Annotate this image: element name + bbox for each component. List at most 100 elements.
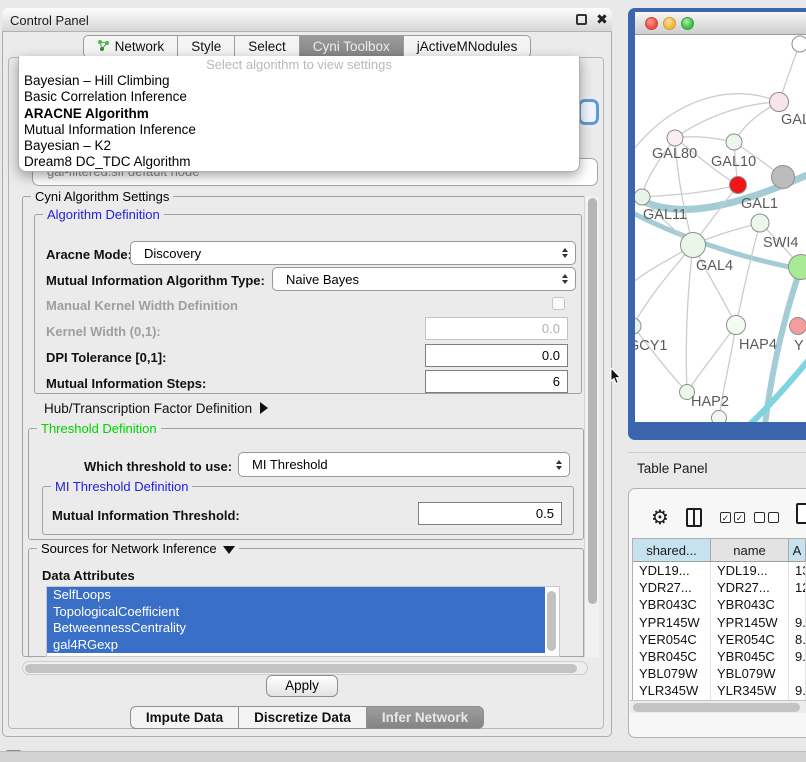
- zoom-traffic-light-icon[interactable]: [681, 17, 694, 30]
- network-edge[interactable]: [687, 325, 736, 392]
- node-label-swi4: SWI4: [763, 235, 798, 251]
- attribute-item-betweennesscentrality[interactable]: BetweennessCentrality: [47, 620, 545, 637]
- close-icon[interactable]: ✖: [594, 11, 610, 27]
- split-columns-icon[interactable]: [686, 508, 702, 527]
- network-node[interactable]: [730, 177, 747, 194]
- table-row[interactable]: YDR27...YDR27...12: [633, 579, 806, 596]
- network-node[interactable]: [772, 166, 795, 189]
- table-row[interactable]: YPR145WYPR145W9.: [633, 614, 806, 631]
- float-window-icon[interactable]: [576, 14, 587, 25]
- network-node[interactable]: [635, 318, 641, 334]
- network-edge[interactable]: [736, 223, 760, 325]
- network-node[interactable]: [792, 36, 806, 52]
- network-window-titlebar[interactable]: [635, 12, 806, 35]
- algorithm-option-basic-correlation-inference[interactable]: Basic Correlation Inference: [19, 89, 579, 105]
- settings-horizontal-scrollbar[interactable]: [22, 661, 588, 675]
- minimize-traffic-light-icon[interactable]: [663, 17, 676, 30]
- tab-network[interactable]: Network: [83, 35, 179, 58]
- aracne-mode-combo[interactable]: Discovery: [130, 241, 576, 265]
- table-row[interactable]: YLR345WYLR345W9.: [633, 682, 806, 699]
- sources-group-title[interactable]: Sources for Network Inference: [37, 541, 239, 556]
- mi-threshold-field[interactable]: 0.5: [418, 502, 562, 525]
- control-panel-tabs: NetworkStyleSelectCyni ToolboxjActiveMNo…: [2, 35, 612, 58]
- network-edge[interactable]: [635, 326, 687, 392]
- mi-type-label: Mutual Information Algorithm Type:: [46, 273, 265, 288]
- collapse-right-icon: [260, 402, 268, 414]
- tab-infer-network[interactable]: Infer Network: [367, 706, 484, 729]
- algorithm-option-aracne-algorithm[interactable]: ARACNE Algorithm: [19, 106, 579, 122]
- network-node[interactable]: [635, 189, 650, 205]
- network-node[interactable]: [712, 411, 727, 423]
- algorithm-option-bayesian-k2[interactable]: Bayesian – K2: [19, 138, 579, 154]
- network-edge[interactable]: [642, 185, 738, 197]
- network-edge[interactable]: [686, 245, 693, 392]
- settings-vertical-scrollbar[interactable]: [584, 196, 599, 657]
- attribute-item-selfloops[interactable]: SelfLoops: [47, 587, 545, 604]
- tab-discretize-data[interactable]: Discretize Data: [239, 706, 367, 729]
- checked-checkbox-icon[interactable]: ✓: [720, 512, 731, 523]
- attribute-item-topologicalcoefficient[interactable]: TopologicalCoefficient: [47, 604, 545, 621]
- algorithm-option-bayesian-hill-climbing[interactable]: Bayesian – Hill Climbing: [19, 73, 579, 89]
- column-header-name[interactable]: name: [711, 539, 789, 561]
- node-label-gal11: GAL11: [643, 207, 687, 223]
- table-row[interactable]: YBR043CYBR043C: [633, 596, 806, 613]
- column-header-a[interactable]: A: [789, 539, 806, 561]
- network-view-window: GALGAL80GAL10GAL1GAL11SWI4GAL4GCY1HAP4YH…: [628, 8, 806, 440]
- network-node[interactable]: [789, 255, 806, 280]
- node-label-gcy1: GCY1: [635, 338, 668, 354]
- apply-button[interactable]: Apply: [266, 675, 338, 697]
- aracne-mode-label: Aracne Mode:: [46, 247, 132, 262]
- kernel-width-label: Kernel Width (0,1):: [46, 324, 161, 339]
- table-cell: YDL19...: [711, 562, 789, 579]
- table-row[interactable]: YBR045CYBR045C9.: [633, 648, 806, 665]
- algorithm-option-mutual-information-inference[interactable]: Mutual Information Inference: [19, 122, 579, 138]
- mi-type-combo[interactable]: Naive Bayes: [272, 267, 576, 291]
- network-edge[interactable]: [635, 245, 693, 326]
- tab-jactivemnodules[interactable]: jActiveMNodules: [404, 35, 532, 58]
- attributes-scrollbar[interactable]: [547, 591, 556, 651]
- network-edge[interactable]: [675, 137, 734, 142]
- focused-spinner-button[interactable]: [578, 99, 599, 125]
- network-graph: GALGAL80GAL10GAL1GAL11SWI4GAL4GCY1HAP4YH…: [635, 35, 806, 422]
- tab-style[interactable]: Style: [178, 35, 235, 58]
- table-row[interactable]: YER054CYER054C8.: [633, 631, 806, 648]
- hub-definition-toggle[interactable]: Hub/Transcription Factor Definition: [44, 401, 268, 416]
- tab-impute-data[interactable]: Impute Data: [130, 706, 239, 729]
- unchecked-checkbox-icon[interactable]: [768, 512, 779, 523]
- unchecked-checkbox-icon[interactable]: [754, 512, 765, 523]
- network-canvas[interactable]: GALGAL80GAL10GAL1GAL11SWI4GAL4GCY1HAP4YH…: [635, 35, 806, 422]
- table-cell: YPR145W: [711, 614, 789, 631]
- control-panel-titlebar: [2, 8, 612, 32]
- network-node[interactable]: [770, 93, 789, 112]
- dpi-tolerance-field[interactable]: 0.0: [425, 344, 568, 367]
- document-icon[interactable]: [796, 503, 806, 524]
- network-node[interactable]: [727, 316, 746, 335]
- network-node[interactable]: [751, 214, 769, 232]
- mi-steps-field[interactable]: 6: [425, 370, 568, 393]
- close-traffic-light-icon[interactable]: [645, 17, 658, 30]
- algorithm-popup-prompt: Select algorithm to view settings: [19, 57, 579, 73]
- node-label-gal4: GAL4: [696, 258, 733, 274]
- network-edge[interactable]: [675, 102, 779, 138]
- node-label-gal: GAL: [781, 112, 806, 128]
- network-edge[interactable]: [693, 245, 736, 325]
- table-row[interactable]: YDL19...YDL19...13: [633, 562, 806, 579]
- tab-select[interactable]: Select: [235, 35, 300, 58]
- which-threshold-combo[interactable]: MI Threshold: [238, 452, 570, 477]
- attribute-item-gal4rgexp[interactable]: gal4RGexp: [47, 637, 545, 654]
- network-node[interactable]: [790, 318, 806, 335]
- checked-checkbox-icon[interactable]: ✓: [734, 512, 745, 523]
- table-row[interactable]: YBL079WYBL079W: [633, 665, 806, 682]
- network-node[interactable]: [681, 233, 706, 258]
- gear-icon[interactable]: ⚙: [651, 505, 669, 530]
- tab-cyni-toolbox[interactable]: Cyni Toolbox: [300, 35, 404, 58]
- column-header-shared-[interactable]: shared...: [633, 539, 711, 561]
- network-node[interactable]: [667, 130, 683, 146]
- node-label-y: Y: [794, 338, 804, 354]
- network-node[interactable]: [726, 134, 742, 150]
- table-cell: [789, 665, 806, 682]
- manual-kernel-checkbox[interactable]: [552, 297, 565, 310]
- algorithm-option-dream8-dc-tdc-algorithm[interactable]: Dream8 DC_TDC Algorithm: [19, 154, 579, 170]
- kernel-width-field[interactable]: 0.0: [425, 317, 568, 340]
- table-horizontal-scrollbar[interactable]: [630, 700, 806, 713]
